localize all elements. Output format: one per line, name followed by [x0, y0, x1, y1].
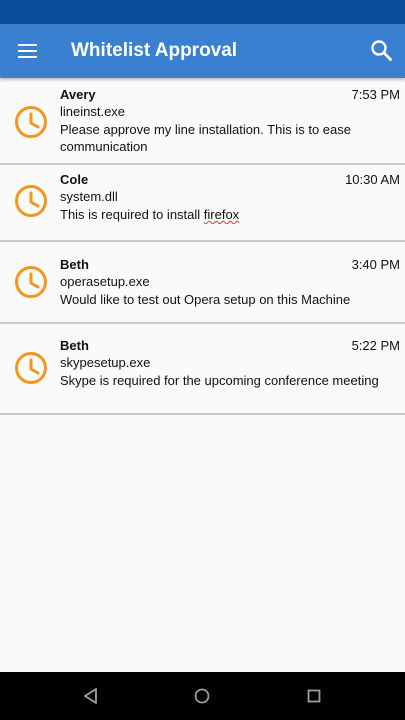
- recents-icon[interactable]: [300, 682, 328, 710]
- request-message: Please approve my line installation. Thi…: [60, 122, 351, 154]
- file-name: skypesetup.exe: [60, 355, 151, 370]
- app-bar: Whitelist Approval: [0, 24, 405, 78]
- request-time: 5:22 PM: [351, 338, 400, 353]
- back-icon[interactable]: [77, 682, 105, 710]
- sender-name: Avery: [60, 87, 96, 102]
- navigation-bar: [0, 672, 405, 720]
- sender-name: Beth: [60, 338, 89, 353]
- search-icon[interactable]: [364, 33, 400, 69]
- file-name: system.dll: [60, 189, 118, 204]
- sender-name: Beth: [60, 257, 89, 272]
- file-name: operasetup.exe: [60, 274, 150, 289]
- home-icon[interactable]: [188, 682, 216, 710]
- list-item[interactable]: Cole 10:30 AM system.dll This is require…: [0, 165, 405, 242]
- list-item[interactable]: Avery 7:53 PM lineinst.exe Please approv…: [0, 80, 405, 165]
- request-time: 10:30 AM: [345, 172, 400, 187]
- clock-icon: [14, 184, 48, 218]
- sender-name: Cole: [60, 172, 89, 187]
- request-time: 3:40 PM: [351, 257, 400, 272]
- request-list: Avery 7:53 PM lineinst.exe Please approv…: [0, 80, 405, 415]
- clock-icon: [14, 105, 48, 139]
- misspelled-word: firefox: [203, 207, 240, 222]
- list-item[interactable]: Beth 3:40 PM operasetup.exe Would like t…: [0, 242, 405, 324]
- clock-icon: [14, 351, 48, 385]
- request-message: Skype is required for the upcoming confe…: [60, 373, 379, 388]
- request-time: 7:53 PM: [351, 87, 400, 102]
- message-text: This is required to install: [60, 207, 204, 222]
- status-bar: [0, 0, 405, 24]
- file-name: lineinst.exe: [60, 104, 126, 119]
- page-title: Whitelist Approval: [71, 40, 238, 61]
- list-item[interactable]: Beth 5:22 PM skypesetup.exe Skype is req…: [0, 324, 405, 415]
- menu-icon[interactable]: [10, 33, 46, 69]
- request-message: This is required to install firefox: [60, 206, 390, 223]
- request-message: Would like to test out Opera setup on th…: [60, 292, 351, 307]
- clock-icon: [14, 265, 48, 299]
